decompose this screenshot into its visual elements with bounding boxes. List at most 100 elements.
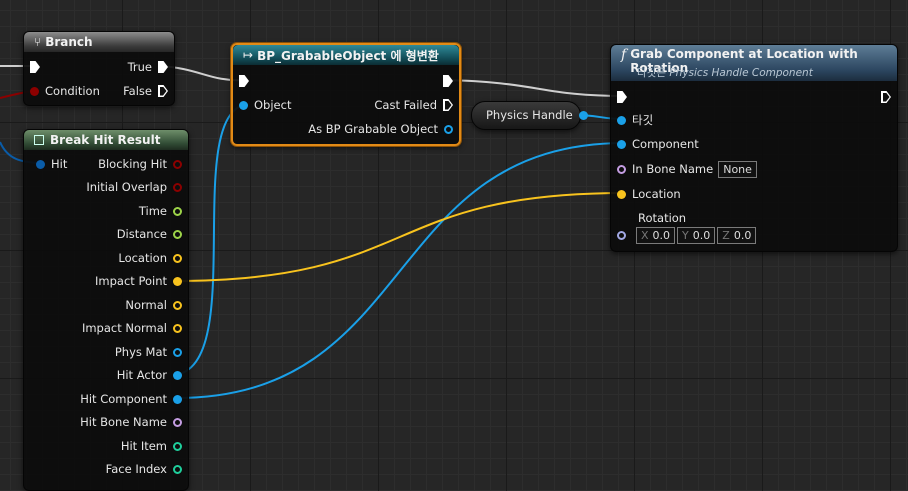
object-pin-icon[interactable] <box>617 115 626 125</box>
vector-pin-icon[interactable] <box>617 189 626 199</box>
exec-out-pin-icon[interactable] <box>158 61 168 73</box>
output-time[interactable]: Time <box>139 202 182 220</box>
float-pin-icon[interactable] <box>173 229 182 239</box>
output-face-index[interactable]: Face Index <box>106 460 182 478</box>
boolean-pin-icon[interactable] <box>30 86 39 96</box>
rotation-label: Rotation <box>638 211 687 225</box>
object-pin-icon[interactable] <box>173 394 182 404</box>
output-label: Hit Item <box>120 439 167 453</box>
vector-pin-icon[interactable] <box>173 276 182 286</box>
output-hit-component[interactable]: Hit Component <box>80 390 182 408</box>
exec-in-pin-icon[interactable] <box>617 91 627 103</box>
grab-component-input[interactable]: Component <box>617 135 699 153</box>
output-location[interactable]: Location <box>118 249 182 267</box>
branch-exec-in[interactable] <box>30 58 46 76</box>
output-phys-mat[interactable]: Phys Mat <box>115 343 182 361</box>
rotation-z-field[interactable]: Z 0.0 <box>717 226 757 244</box>
rotation-x-field[interactable]: X 0.0 <box>636 226 676 244</box>
y-value: 0.0 <box>692 228 711 242</box>
cast-exec-out[interactable] <box>437 72 453 90</box>
grab-target-input[interactable]: 타깃 <box>617 111 653 129</box>
physics-handle-output[interactable]: Physics Handle <box>486 106 588 124</box>
output-distance[interactable]: Distance <box>117 225 182 243</box>
object-pin-icon[interactable] <box>239 100 248 110</box>
cast-node[interactable]: ↦ BP_GrabableObject 에 형변환 Object Cast Fa… <box>231 43 461 146</box>
component-label: Component <box>632 137 699 151</box>
output-label: Hit Actor <box>116 368 167 382</box>
output-label: Hit Component <box>80 392 167 406</box>
rotator-pin-icon[interactable] <box>617 230 626 240</box>
output-initial-overlap[interactable]: Initial Overlap <box>86 178 182 196</box>
exec-in-pin-icon[interactable] <box>239 75 249 87</box>
break-hit-result-header[interactable]: Break Hit Result <box>24 130 188 150</box>
branch-node[interactable]: ⑂ Branch True Condition False <box>23 31 175 106</box>
y-axis-label: Y <box>682 228 689 242</box>
bone-name-field[interactable]: None <box>718 160 757 178</box>
physics-handle-label: Physics Handle <box>486 108 573 122</box>
object-pin-icon[interactable] <box>444 124 453 134</box>
cast-exec-in[interactable] <box>239 72 255 90</box>
grab-rotation-input[interactable]: X 0.0 Y 0.0 Z 0.0 <box>617 226 757 244</box>
object-pin-icon[interactable] <box>173 370 182 380</box>
output-hit-actor[interactable]: Hit Actor <box>117 366 182 384</box>
rotation-y-field[interactable]: Y 0.0 <box>677 226 716 244</box>
exec-out-pin-icon[interactable] <box>443 75 453 87</box>
output-label: Blocking Hit <box>98 157 167 171</box>
grab-location-input[interactable]: Location <box>617 185 681 203</box>
grab-exec-in[interactable] <box>617 88 633 106</box>
integer-pin-icon[interactable] <box>173 464 182 474</box>
condition-label: Condition <box>45 84 100 98</box>
object-pin-icon[interactable] <box>617 139 626 149</box>
grab-exec-out[interactable] <box>875 88 891 106</box>
cast-object-input[interactable]: Object <box>239 96 291 114</box>
true-label: True <box>127 60 152 74</box>
output-hit-bone-name[interactable]: Hit Bone Name <box>80 413 182 431</box>
hit-component-wire <box>172 142 626 400</box>
grab-bone-name-input[interactable]: In Bone Name None <box>617 160 757 178</box>
vector-pin-icon[interactable] <box>173 253 182 263</box>
physics-handle-variable-node[interactable]: Physics Handle <box>471 101 588 130</box>
name-pin-icon[interactable] <box>617 164 626 174</box>
integer-pin-icon[interactable] <box>173 441 182 451</box>
z-value: 0.0 <box>733 228 752 242</box>
output-label: Impact Point <box>95 274 167 288</box>
break-hit-result-node[interactable]: Break Hit Result Hit Blocking Hit Initia… <box>23 129 189 491</box>
object-pin-icon[interactable] <box>173 347 182 357</box>
cast-as-output[interactable]: As BP Grabable Object <box>308 120 453 138</box>
cast-failed-output[interactable]: Cast Failed <box>374 96 453 114</box>
output-hit-item[interactable]: Hit Item <box>121 437 182 455</box>
grab-component-node[interactable]: f Grab Component at Location with Rotati… <box>610 44 898 252</box>
grab-header[interactable]: f Grab Component at Location with Rotati… <box>611 45 897 81</box>
output-impact-point[interactable]: Impact Point <box>95 272 182 290</box>
cast-header[interactable]: ↦ BP_GrabableObject 에 형변환 <box>233 45 459 65</box>
hit-input[interactable]: Hit <box>30 155 67 173</box>
branch-false-output[interactable]: False <box>123 82 168 100</box>
branch-header[interactable]: ⑂ Branch <box>24 32 174 52</box>
output-blocking-hit[interactable]: Blocking Hit <box>98 155 182 173</box>
exec-wire-cast-to-grab <box>443 79 626 97</box>
impact-point-wire <box>172 192 626 282</box>
break-title: Break Hit Result <box>50 133 161 147</box>
vector-pin-icon[interactable] <box>173 323 182 333</box>
branch-condition-input[interactable]: Condition <box>30 82 100 100</box>
name-pin-icon[interactable] <box>173 417 182 427</box>
grab-rotation-label-row: Rotation <box>622 209 686 227</box>
boolean-pin-icon[interactable] <box>173 159 182 169</box>
exec-out-pin-icon[interactable] <box>158 85 168 97</box>
grab-subtitle: 타깃은 Physics Handle Component <box>637 65 813 80</box>
cast-arrow-icon: ↦ <box>243 48 254 62</box>
float-pin-icon[interactable] <box>173 206 182 216</box>
vector-pin-icon[interactable] <box>173 300 182 310</box>
exec-out-pin-icon[interactable] <box>443 99 453 111</box>
struct-pin-icon[interactable] <box>36 159 45 169</box>
boolean-pin-icon[interactable] <box>173 182 182 192</box>
output-label: Phys Mat <box>114 345 167 359</box>
exec-in-pin-icon[interactable] <box>30 61 40 73</box>
branch-true-output[interactable]: True <box>128 58 168 76</box>
output-impact-normal[interactable]: Impact Normal <box>82 319 182 337</box>
output-label: Location <box>118 251 167 265</box>
output-normal[interactable]: Normal <box>125 296 182 314</box>
branch-icon: ⑂ <box>34 35 42 49</box>
object-pin-icon[interactable] <box>578 110 588 120</box>
exec-out-pin-icon[interactable] <box>881 91 891 103</box>
